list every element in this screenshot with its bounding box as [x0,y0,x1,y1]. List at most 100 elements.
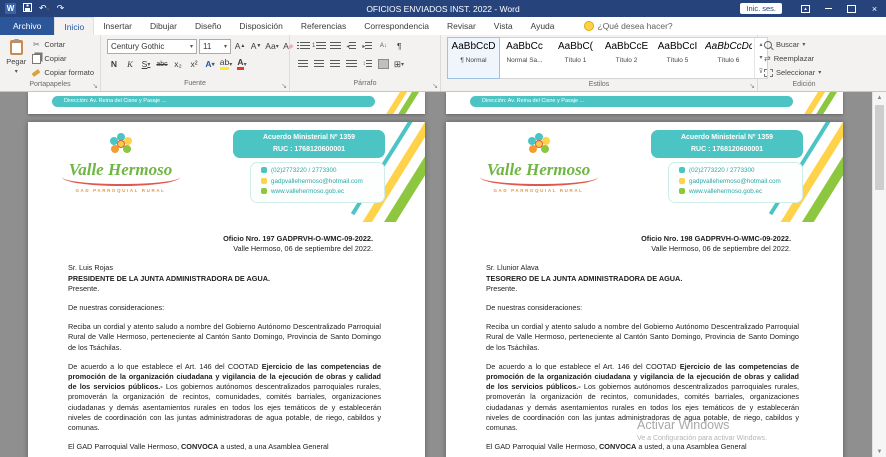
borders-button[interactable]: ⊞▾ [392,57,406,71]
ministerial-box: Acuerdo Ministerial Nº 1359 RUC : 176812… [651,130,803,158]
envelope-icon [679,178,685,184]
style-card-heading1[interactable]: AaBbC( Título 1 [550,38,601,78]
tab-dibujar[interactable]: Dibujar [141,17,186,35]
present-line: Presente. [68,284,381,294]
valle-hermoso-logo: Valle Hermoso GAD PARROQUIAL RURAL [456,132,621,193]
maximize-button[interactable] [840,0,863,17]
email-line: gadpvallehermoso@hotmail.com [261,177,384,188]
justify-button[interactable] [344,57,358,71]
tell-me-box[interactable]: ¿Qué desea hacer? [584,17,673,35]
align-left-button[interactable] [296,57,310,71]
tab-vista[interactable]: Vista [485,17,522,35]
recipient-role: PRESIDENTE DE LA JUNTA ADMINISTRADORA DE… [68,274,381,284]
contact-box: (02)2773220 / 2773300 gadpvallehermoso@h… [250,162,385,203]
styles-dialog-launcher-icon[interactable]: ↘ [749,82,755,90]
save-icon[interactable] [23,3,32,14]
text-effects-button[interactable]: A▾ [203,57,217,71]
ribbon-display-options-icon[interactable]: ▴ [794,0,817,17]
style-card-heading5[interactable]: AaBbCcI Título 5 [652,38,703,78]
bold-button[interactable]: N [107,57,121,71]
grow-font-button[interactable]: A▲ [233,39,247,53]
redo-icon[interactable]: ↷ [57,4,65,13]
paste-button[interactable]: Pegar ▾ [6,38,26,79]
present-line: Presente. [486,284,799,294]
paragraph-3: El GAD Parroquial Valle Hermoso, CONVOCA… [486,442,799,452]
document-page-2[interactable]: Valle Hermoso GAD PARROQUIAL RURAL Acuer… [446,122,843,457]
letterhead: Valle Hermoso GAD PARROQUIAL RURAL Acuer… [446,122,843,222]
undo-icon[interactable]: ↶▾ [39,4,50,13]
font-size-combo[interactable]: 11▾ [199,39,231,54]
scroll-up-icon[interactable]: ▲ [873,92,886,103]
styles-gallery: AaBbCcD ¶ Normal AaBbCc Normal Sa... AaB… [447,37,768,79]
letter-body: Oficio Nro. 197 GADPRVH-O-WMC-09-2022. V… [28,222,425,452]
select-button[interactable]: Seleccionar▾ [764,66,821,79]
search-icon [764,41,772,49]
quick-access-toolbar: W ↶▾ ↷ [0,3,64,14]
show-marks-button[interactable]: ¶ [392,39,406,53]
tab-ayuda[interactable]: Ayuda [522,17,564,35]
phone-icon [679,167,685,173]
app-window: W ↶▾ ↷ OFICIOS ENVIADOS INST. 2022 - Wor… [0,0,886,456]
style-card-no-spacing[interactable]: AaBbCc Normal Sa... [499,38,550,78]
styles-group-label: Estilos [441,79,757,91]
recipient-role: TESORERO DE LA JUNTA ADMINISTRADORA DE A… [486,274,799,284]
align-center-button[interactable] [312,57,326,71]
style-card-heading6[interactable]: AaBbCcDc Título 6 [703,38,754,78]
paragraph-group-label: Párrafo [290,78,440,91]
highlight-color-button[interactable]: ab▾ [219,57,233,71]
cut-button[interactable]: ✂Cortar [31,38,94,51]
shading-button[interactable] [376,57,390,71]
paragraph-1: Reciba un cordial y atento saludo a nomb… [486,322,799,353]
change-case-button[interactable]: Aa▾ [265,39,279,53]
font-family-combo[interactable]: Century Gothic▾ [107,39,197,54]
shrink-font-button[interactable]: A▼ [249,39,263,53]
subscript-button[interactable]: x₂ [171,57,185,71]
underline-button[interactable]: S▾ [139,57,153,71]
group-paragraph: 1 ◂ ▸ A↓ ¶ ↕ ⊞▾ [290,35,441,91]
group-styles: AaBbCcD ¶ Normal AaBbCc Normal Sa... AaB… [441,35,758,91]
phone-line: (02)2773220 / 2773300 [261,166,384,177]
tab-revisar[interactable]: Revisar [438,17,485,35]
tab-inicio[interactable]: Inicio [54,17,94,35]
superscript-button[interactable]: x² [187,57,201,71]
sign-in-button[interactable]: Inic. ses. [740,3,782,14]
font-dialog-launcher-icon[interactable]: ↘ [281,82,287,90]
tab-disposicion[interactable]: Disposición [230,17,291,35]
italic-button[interactable]: K [123,57,137,71]
numbering-button[interactable]: 1 [312,39,326,53]
clipboard-dialog-launcher-icon[interactable]: ↘ [92,82,98,90]
document-page-1[interactable]: Valle Hermoso GAD PARROQUIAL RURAL Acuer… [28,122,425,457]
decrease-indent-button[interactable]: ◂ [344,39,358,53]
tab-diseno[interactable]: Diseño [186,17,230,35]
font-group-label: Fuente [101,78,289,91]
scrollbar-thumb[interactable] [875,105,884,190]
vertical-scrollbar[interactable]: ▲ ▼ [872,92,886,457]
minimize-button[interactable] [817,0,840,17]
tab-correspondencia[interactable]: Correspondencia [355,17,438,35]
phone-icon [261,167,267,173]
close-button[interactable]: × [863,0,886,17]
align-right-button[interactable] [328,57,342,71]
style-card-normal[interactable]: AaBbCcD ¶ Normal [448,38,499,78]
format-painter-button[interactable]: Copiar formato [31,66,94,79]
increase-indent-button[interactable]: ▸ [360,39,374,53]
scroll-down-icon[interactable]: ▼ [873,446,886,457]
globe-icon [679,188,685,194]
tab-insertar[interactable]: Insertar [94,17,141,35]
find-button[interactable]: Buscar▾ [764,38,821,51]
copy-button[interactable]: Copiar [31,52,94,65]
replace-button[interactable]: ⇄Reemplazar [764,52,821,65]
globe-icon [261,188,267,194]
sort-button[interactable]: A↓ [376,39,390,53]
multilevel-list-button[interactable] [328,39,342,53]
tab-archivo[interactable]: Archivo [0,17,54,35]
email-line: gadpvallehermoso@hotmail.com [679,177,802,188]
strikethrough-button[interactable]: abc [155,57,169,71]
font-color-button[interactable]: A▾ [235,57,249,71]
bullets-button[interactable] [296,39,310,53]
style-card-heading2[interactable]: AaBbCcE Título 2 [601,38,652,78]
tab-referencias[interactable]: Referencias [292,17,355,35]
paragraph-dialog-launcher-icon[interactable]: ↘ [432,82,438,90]
group-editing: Buscar▾ ⇄Reemplazar Seleccionar▾ Edición [758,35,850,91]
line-spacing-button[interactable]: ↕ [360,57,374,71]
